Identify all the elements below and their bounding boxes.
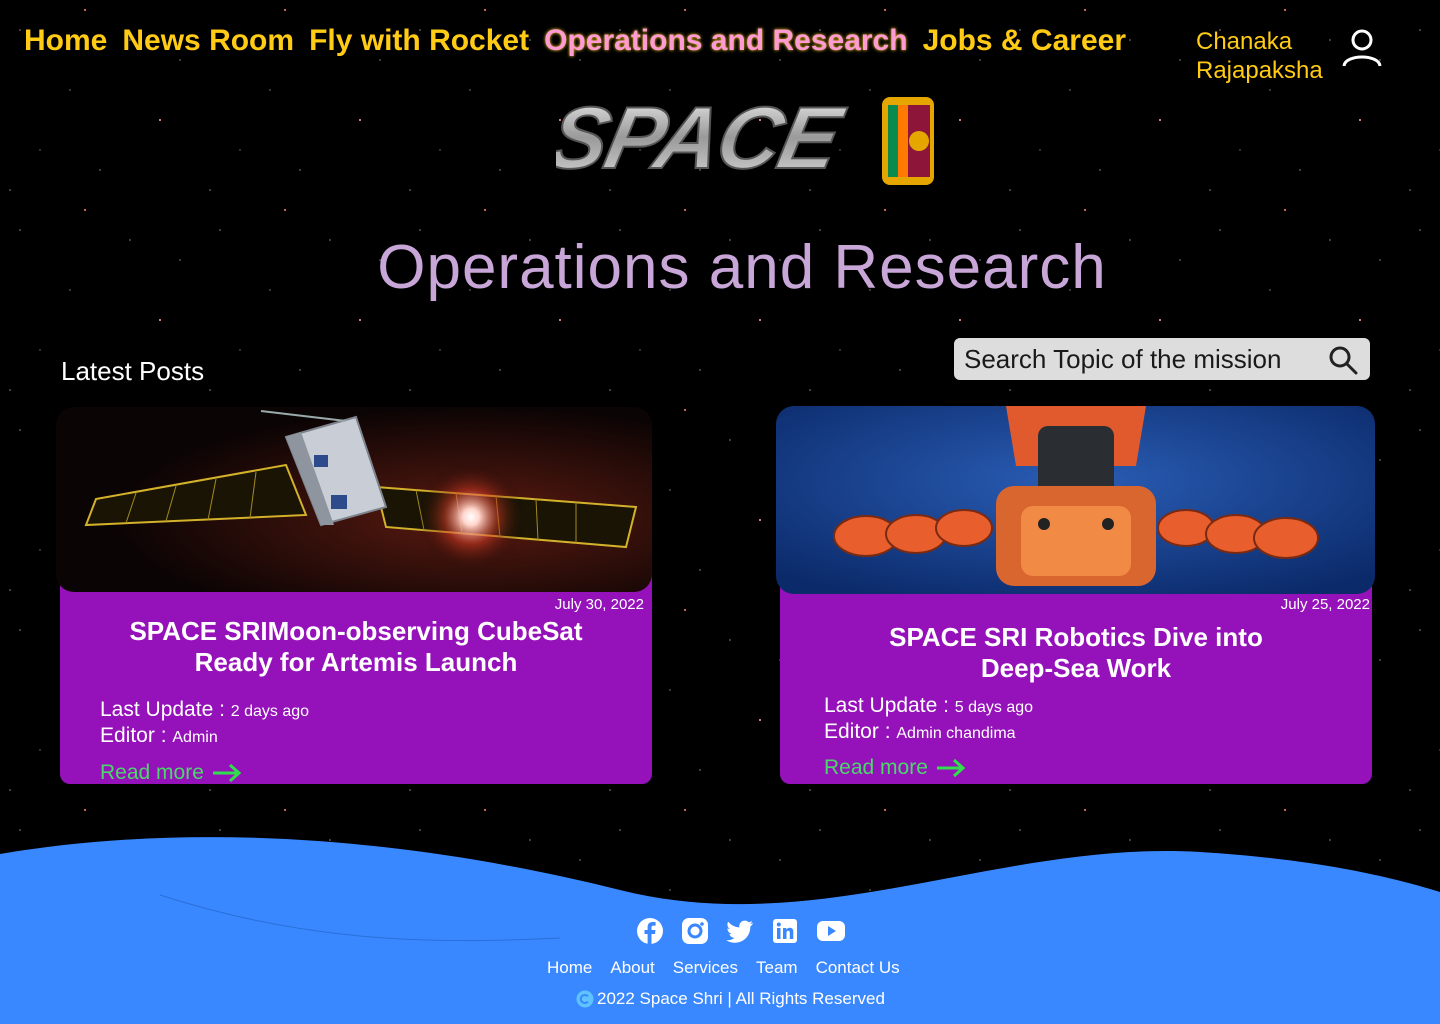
copyright: 2022 Space Shri | All Rights Reserved: [576, 989, 885, 1009]
cubesat-solar-panels-image[interactable]: [56, 407, 652, 592]
footer-link-team[interactable]: Team: [756, 958, 798, 978]
footer-link-about[interactable]: About: [610, 958, 654, 978]
copyright-text: 2022 Space Shri | All Rights Reserved: [597, 989, 885, 1008]
latest-posts-heading: Latest Posts: [61, 356, 205, 386]
last-update-label: Last Update :: [824, 694, 949, 717]
editor-value: Admin: [172, 729, 218, 746]
editor-label: Editor :: [824, 720, 891, 743]
post-date: July 25, 2022: [1280, 596, 1370, 613]
read-more-label: Read more: [824, 756, 928, 779]
read-more-link[interactable]: Read more: [824, 756, 966, 780]
youtube-icon[interactable]: [816, 917, 845, 945]
nav-jobs-career[interactable]: Jobs & Career: [923, 24, 1126, 58]
post-title[interactable]: SPACE SRIMoon-observing CubeSat Ready fo…: [60, 616, 652, 678]
page-title: Operations and Research: [377, 233, 1107, 302]
user-first-name: Chanaka: [1196, 28, 1293, 55]
twitter-icon[interactable]: [726, 917, 754, 945]
last-update-value: 2 days ago: [230, 703, 310, 720]
underwater-robot-image[interactable]: [776, 406, 1375, 594]
post-meta: Last Update : 5 days ago Editor : Admin …: [824, 694, 1033, 746]
nav-fly-with-rocket[interactable]: Fly with Rocket: [309, 24, 529, 58]
nav-operations-and-research[interactable]: Operations and Research: [544, 24, 907, 58]
post-card: July 30, 2022 SPACE SRIMoon-observing Cu…: [56, 407, 652, 785]
post-title[interactable]: SPACE SRI Robotics Dive into Deep-Sea Wo…: [780, 622, 1372, 684]
site-logo[interactable]: SPACE: [556, 93, 946, 191]
user-name[interactable]: Chanaka Rajapaksha: [1196, 27, 1336, 85]
nav-home[interactable]: Home: [24, 24, 107, 58]
user-icon[interactable]: [1341, 28, 1383, 70]
social-links: [636, 917, 845, 945]
user-last-name: Rajapaksha: [1196, 57, 1323, 84]
last-update-label: Last Update :: [100, 698, 225, 721]
instagram-icon[interactable]: [681, 917, 709, 945]
sri-lanka-flag-emblem: [882, 97, 934, 185]
editor-value: Admin chandima: [896, 725, 1016, 742]
last-update-value: 5 days ago: [954, 699, 1034, 716]
main-nav: Home News Room Fly with Rocket Operation…: [24, 24, 1126, 58]
post-date: July 30, 2022: [554, 596, 644, 613]
read-more-link[interactable]: Read more: [100, 761, 242, 785]
footer-link-contact-us[interactable]: Contact Us: [816, 958, 900, 978]
footer-link-services[interactable]: Services: [673, 958, 738, 978]
footer-link-home[interactable]: Home: [547, 958, 592, 978]
logo-text: SPACE: [556, 93, 852, 187]
copyright-icon: [576, 990, 594, 1008]
nav-news-room[interactable]: News Room: [122, 24, 294, 58]
arrow-right-icon: [936, 758, 966, 778]
read-more-label: Read more: [100, 761, 204, 784]
post-card: July 25, 2022 SPACE SRI Robotics Dive in…: [776, 406, 1375, 784]
arrow-right-icon: [212, 763, 242, 783]
post-meta: Last Update : 2 days ago Editor : Admin: [100, 698, 309, 750]
facebook-icon[interactable]: [636, 917, 664, 945]
search-input[interactable]: [954, 342, 1316, 376]
linkedin-icon[interactable]: [771, 917, 799, 945]
editor-label: Editor :: [100, 724, 167, 747]
footer-nav: Home About Services Team Contact Us: [547, 958, 900, 978]
search-bar: [954, 338, 1370, 380]
search-icon[interactable]: [1328, 345, 1358, 375]
